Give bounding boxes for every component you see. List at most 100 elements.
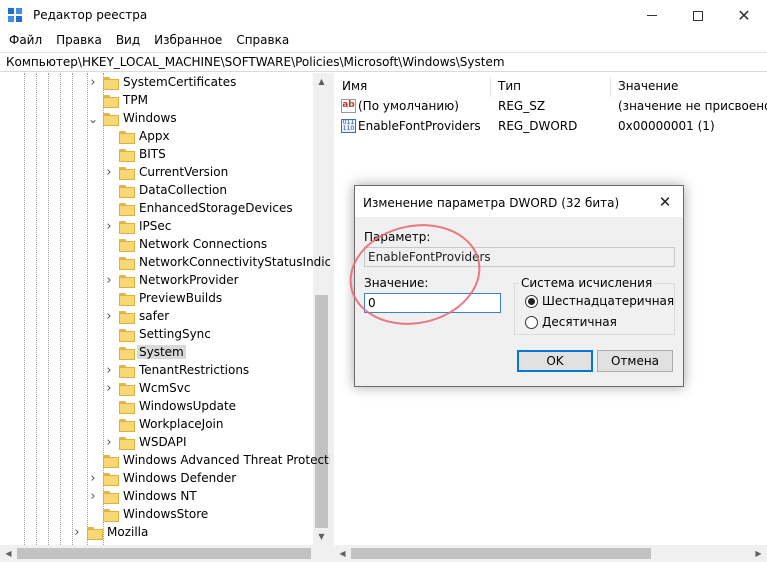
value-row[interactable]: 011 110 EnableFontProviders REG_DWORD 0x… <box>334 117 767 136</box>
tree-node-label[interactable]: NetworkConnectivityStatusIndica <box>137 255 330 269</box>
chevron-right-icon[interactable]: › <box>87 472 99 485</box>
menu-help[interactable]: Справка <box>229 31 296 51</box>
tree-scroll-thumb[interactable] <box>315 295 328 528</box>
tree-node[interactable]: › IPSec <box>0 218 313 236</box>
tree-node-label[interactable]: CurrentVersion <box>137 165 230 179</box>
tree-node[interactable]: Appx <box>0 128 313 146</box>
tree-node-label[interactable]: Windows <box>121 111 179 125</box>
tree-node[interactable]: Network Connections <box>0 236 313 254</box>
tree-node[interactable]: › SystemCertificates <box>0 74 313 92</box>
column-data[interactable]: Значение <box>618 79 678 93</box>
chevron-right-icon[interactable]: › <box>71 526 83 539</box>
tree-node-label[interactable]: TenantRestrictions <box>137 363 251 377</box>
column-name[interactable]: Имя <box>342 79 367 93</box>
tree-node[interactable]: DataCollection <box>0 182 313 200</box>
tree-node[interactable]: › Windows Defender <box>0 470 313 488</box>
scroll-left-icon[interactable]: ◀ <box>334 545 351 562</box>
hex-radio[interactable] <box>525 294 538 308</box>
tree-node[interactable]: WorkplaceJoin <box>0 416 313 434</box>
chevron-right-icon[interactable]: › <box>103 436 115 449</box>
tree-node[interactable]: WindowsUpdate <box>0 398 313 416</box>
tree-node[interactable]: ⌄ Windows <box>0 110 313 128</box>
tree-vertical-scrollbar[interactable]: ▲ ▼ <box>313 73 330 545</box>
chevron-right-icon[interactable]: › <box>103 382 115 395</box>
value-row[interactable]: ab (По умолчанию) REG_SZ (значение не пр… <box>334 97 767 116</box>
chevron-right-icon[interactable]: › <box>103 220 115 233</box>
tree-node-label[interactable]: WorkplaceJoin <box>137 417 226 431</box>
chevron-right-icon[interactable]: › <box>103 364 115 377</box>
dec-radio[interactable] <box>525 315 538 329</box>
tree-node-label[interactable]: WindowsUpdate <box>137 399 238 413</box>
chevron-down-icon[interactable]: ⌄ <box>87 113 99 125</box>
tree-node-label[interactable]: WcmSvc <box>137 381 192 395</box>
tree-node-label[interactable]: WSDAPI <box>137 435 189 449</box>
tree-node[interactable]: › Windows NT <box>0 488 313 506</box>
tree-node-label[interactable]: PreviewBuilds <box>137 291 224 305</box>
dec-radio-option[interactable]: Десятичная <box>525 314 617 330</box>
tree-node-label[interactable]: IPSec <box>137 219 173 233</box>
tree-node[interactable]: BITS <box>0 146 313 164</box>
tree-node-label[interactable]: Network Connections <box>137 237 269 251</box>
ok-button[interactable]: OK <box>517 350 593 372</box>
tree-hscroll-thumb[interactable] <box>17 548 311 559</box>
chevron-right-icon[interactable]: › <box>87 76 99 89</box>
tree-node[interactable]: › Mozilla <box>0 524 313 542</box>
tree-node[interactable]: SettingSync <box>0 326 313 344</box>
tree-horizontal-scrollbar[interactable]: ◀ <box>0 545 330 562</box>
menu-view[interactable]: Вид <box>109 31 147 51</box>
tree-node-label[interactable]: BITS <box>137 147 168 161</box>
chevron-right-icon[interactable]: › <box>87 490 99 503</box>
values-hscroll-thumb[interactable] <box>351 548 651 559</box>
tree-node[interactable]: › NetworkProvider <box>0 272 313 290</box>
tree-node-label[interactable]: safer <box>137 309 171 323</box>
column-separator[interactable] <box>490 77 491 97</box>
menu-favorites[interactable]: Избранное <box>147 31 229 51</box>
tree-node[interactable]: TPM <box>0 92 313 110</box>
tree-node-label[interactable]: SystemCertificates <box>121 75 238 89</box>
cancel-button[interactable]: Отмена <box>597 350 673 372</box>
tree-node-label[interactable]: Mozilla <box>105 525 150 539</box>
chevron-right-icon[interactable]: › <box>103 274 115 287</box>
dialog-close-icon[interactable]: ✕ <box>655 192 675 212</box>
tree-node-label[interactable]: TPM <box>121 93 150 107</box>
tree-node-label[interactable]: Windows Defender <box>121 471 238 485</box>
maximize-button[interactable] <box>675 0 721 31</box>
tree-node-label[interactable]: System <box>137 345 186 359</box>
tree-node-label[interactable]: Windows NT <box>121 489 199 503</box>
values-horizontal-scrollbar[interactable]: ◀ ▶ <box>334 545 767 562</box>
tree-node-label[interactable]: WindowsStore <box>121 507 210 521</box>
scroll-up-icon[interactable]: ▲ <box>313 73 330 90</box>
tree-node[interactable]: NetworkConnectivityStatusIndica <box>0 254 330 272</box>
tree-node[interactable]: › WcmSvc <box>0 380 313 398</box>
hex-radio-option[interactable]: Шестнадцатеричная <box>525 293 674 309</box>
minimize-button[interactable] <box>629 0 675 31</box>
chevron-right-icon[interactable]: › <box>103 166 115 179</box>
scroll-left-icon[interactable]: ◀ <box>0 545 17 562</box>
hex-radio-label[interactable]: Шестнадцатеричная <box>542 294 674 308</box>
tree-node[interactable]: Windows Advanced Threat Protectic <box>0 452 330 470</box>
tree-node[interactable]: › TenantRestrictions <box>0 362 313 380</box>
tree-node[interactable]: PreviewBuilds <box>0 290 313 308</box>
address-bar[interactable]: Компьютер\HKEY_LOCAL_MACHINE\SOFTWARE\Po… <box>0 52 767 72</box>
tree-node[interactable]: › CurrentVersion <box>0 164 313 182</box>
tree-node[interactable]: › safer <box>0 308 313 326</box>
tree-node-label[interactable]: DataCollection <box>137 183 229 197</box>
tree-node-label[interactable]: Appx <box>137 129 172 143</box>
tree-node-label[interactable]: NetworkProvider <box>137 273 241 287</box>
scroll-right-icon[interactable]: ▶ <box>750 545 767 562</box>
tree-node[interactable]: EnhancedStorageDevices <box>0 200 313 218</box>
menu-edit[interactable]: Правка <box>49 31 109 51</box>
close-button[interactable]: ✕ <box>721 0 767 31</box>
tree-node-label[interactable]: SettingSync <box>137 327 213 341</box>
menu-file[interactable]: Файл <box>2 31 49 51</box>
column-separator[interactable] <box>610 77 611 97</box>
tree-node-label[interactable]: Windows Advanced Threat Protectic <box>121 453 330 467</box>
tree-node[interactable]: WindowsStore <box>0 506 313 524</box>
chevron-right-icon[interactable]: › <box>103 310 115 323</box>
tree-node[interactable]: › WSDAPI <box>0 434 313 452</box>
scroll-down-icon[interactable]: ▼ <box>313 528 330 545</box>
tree-node[interactable]: System <box>0 344 313 362</box>
column-type[interactable]: Тип <box>498 79 521 93</box>
dec-radio-label[interactable]: Десятичная <box>542 315 617 329</box>
tree-node-label[interactable]: EnhancedStorageDevices <box>137 201 295 215</box>
